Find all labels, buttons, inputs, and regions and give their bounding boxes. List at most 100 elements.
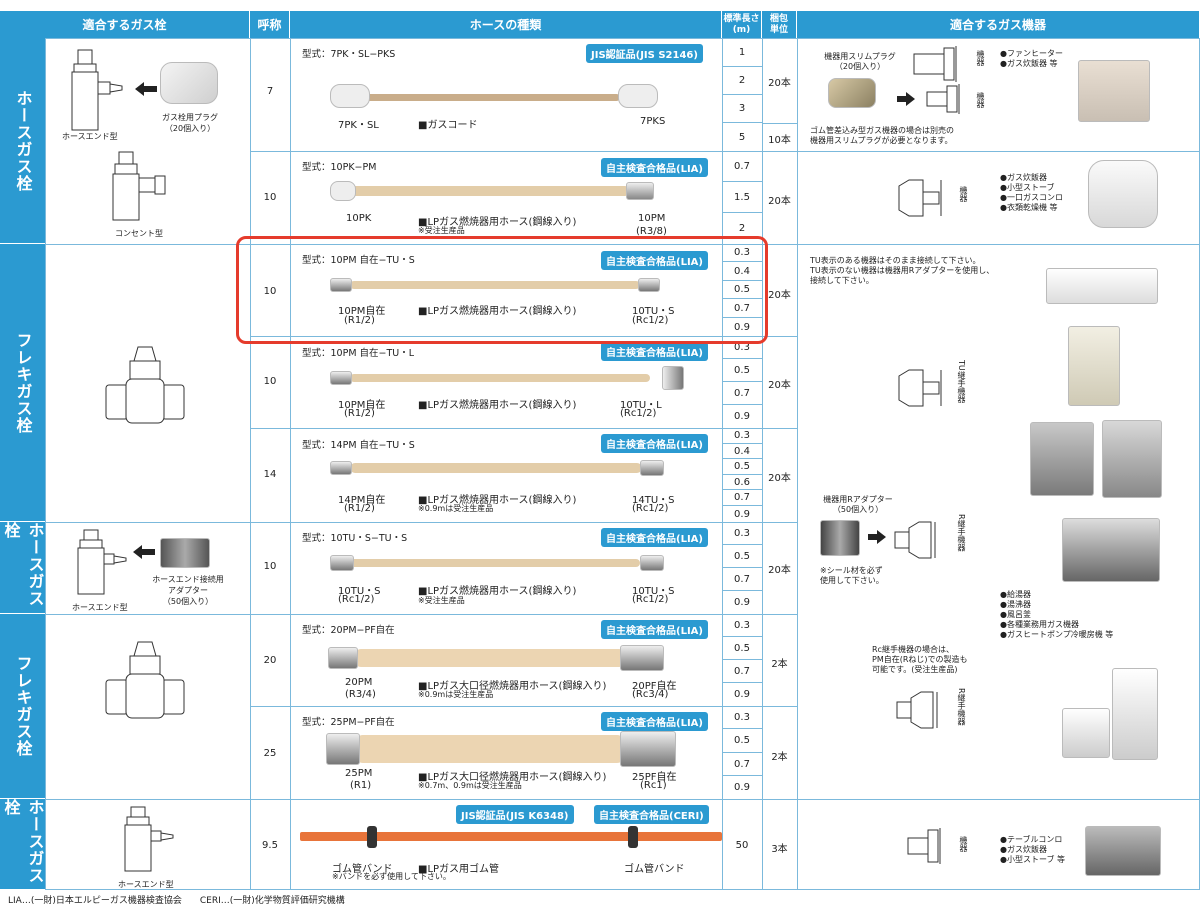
connector-image (662, 366, 684, 390)
fryer-image (1062, 518, 1160, 582)
column-divider (797, 38, 798, 890)
water-heater-image (1068, 326, 1120, 406)
right-fitting-sub: (Rc1/2) (620, 408, 657, 419)
device-list: ●ファンヒーター ●ガス炊飯器 等 (1000, 49, 1063, 68)
connector-image (326, 733, 360, 765)
adapter-label: ホースエンド接続用 アダプター （50個入り） (152, 575, 224, 606)
product-note: ※受注生産品 (418, 226, 465, 235)
right-fitting-sub: (Rc1/2) (632, 594, 669, 605)
hose-image (350, 374, 650, 382)
hose-image (365, 94, 620, 101)
hose-band-image (628, 826, 638, 848)
right-fitting-sub: (Rc3/4) (632, 689, 669, 700)
right-fitting-label: 7PKS (640, 116, 666, 127)
lia-badge: 自主検査合格品(LIA) (601, 434, 708, 453)
product-note: ※0.7m、0.9mは受注生産品 (418, 781, 522, 790)
rc-note: Rc継手機器の場合は、 PM自在(Rねじ)での製造も 可能です。(受注生産品) (872, 645, 968, 674)
length-value: 0.3 (722, 522, 762, 545)
model-label: 型式：10TU・S−TU・S (302, 533, 408, 544)
row-divider (45, 799, 1200, 800)
length-value: 0.7 (722, 568, 762, 591)
device-label: 機器 (959, 836, 968, 852)
header-gas-valve: 適合するガス栓 (0, 11, 250, 38)
device-list: ●給湯器 ●湯沸器 ●風呂釜 ●各種業務用ガス機器 ●ガスヒートポンプ冷暖房機 等 (1000, 590, 1114, 639)
header-size: 呼称 (250, 11, 290, 38)
length-value: 2 (722, 67, 762, 95)
left-fitting-label: 25PM (345, 768, 373, 779)
connector-image (626, 182, 654, 200)
header-pack: 梱包 単位 (762, 11, 797, 38)
lia-badge: 自主検査合格品(LIA) (601, 158, 708, 177)
product-name: ■LPガス用ゴム管 (418, 864, 500, 875)
size-value: 25 (263, 748, 277, 759)
flex-valve-icon (105, 346, 185, 424)
tu-device-label: TU継手機器 (957, 360, 966, 403)
hose-image (355, 649, 625, 667)
product-note: ※0.9mは受注生産品 (418, 504, 494, 513)
jis-badge: JIS認証品(JIS S2146) (586, 44, 703, 63)
row-divider (250, 706, 797, 707)
product-name: ■LPガス燃焼器用ホース(鋼線入り) (418, 586, 577, 597)
size-value: 14 (263, 469, 277, 480)
size-value: 9.5 (262, 840, 278, 851)
consent-label: コンセント型 (115, 229, 163, 238)
r-adapter-image (820, 520, 860, 556)
device-list: ●テーブルコンロ ●ガス炊飯器 ●小型ストーブ 等 (1000, 835, 1066, 864)
highlight-frame (236, 236, 768, 344)
pack-value: 20本 (768, 78, 791, 89)
left-fitting-label: 10PK (346, 213, 372, 224)
hose-image (350, 559, 640, 567)
right-fitting-label: ゴム管バンド (624, 864, 685, 875)
seal-note: ※シール材を必ず 使用して下さい。 (820, 566, 884, 585)
row-divider (797, 151, 1200, 152)
lia-badge: 自主検査合格品(LIA) (601, 528, 708, 547)
connector-image (328, 647, 358, 669)
size-value: 7 (266, 86, 274, 97)
length-value: 0.9 (734, 597, 750, 608)
rice-cooker-image (1088, 160, 1158, 228)
length-value: 0.6 (722, 475, 762, 490)
hose-band-image (367, 826, 377, 848)
length-value: 0.3 (722, 428, 762, 444)
device-fitting-icon (898, 179, 942, 217)
size-value: 20 (263, 655, 277, 666)
hose-image (350, 186, 630, 196)
tu-note: TU表示のある機器はそのまま接続して下さい。 TU表示のない機器は機器用Rアダプタ… (810, 256, 995, 285)
row-divider (250, 151, 797, 152)
pack-value: 2本 (771, 752, 788, 763)
flex-valve-icon (105, 641, 185, 719)
commercial-unit-image (1030, 422, 1094, 496)
connector-image (330, 555, 354, 571)
pack-value: 3本 (771, 844, 788, 855)
model-label: 型式：10PM 自在−TU・L (302, 348, 415, 359)
length-value: 1 (722, 38, 762, 67)
hose-end-label: ホースエンド型 (118, 880, 174, 889)
length-value: 0.5 (722, 359, 762, 382)
device-label: 機器 (976, 92, 985, 108)
commercial-unit-image (1102, 420, 1162, 498)
model-label: 型式：7PK・SL−PKS (302, 49, 396, 60)
pack-divider (762, 123, 797, 124)
adapter-image (160, 538, 210, 568)
connector-image (618, 84, 658, 108)
pack-value: 20本 (768, 473, 791, 484)
arrow-right-icon (868, 530, 886, 544)
connector-image (330, 84, 370, 108)
slim-plug-label: 機器用スリムプラグ （20個入り） (824, 52, 896, 71)
length-value: 0.9 (734, 508, 750, 520)
size-value: 10 (263, 561, 277, 572)
sidebar-hose-valve-1: ホースガス栓 (0, 38, 45, 244)
slim-plug-image (828, 78, 876, 108)
sidebar-flex-valve-2: フレキガス栓 (0, 614, 45, 799)
connector-image (330, 461, 352, 475)
footer-note: LIA…(一財)日本エルピーガス機器検査協会 CERI…(一財)化学物質評価研究… (8, 896, 345, 906)
length-value: 0.9 (734, 411, 750, 422)
length-value: 1.5 (722, 182, 762, 213)
consent-valve-icon (112, 151, 166, 221)
model-label: 型式：25PM−PF自在 (302, 717, 395, 728)
hose-image (350, 463, 642, 473)
r-adapter-label: 機器用Rアダプター （50個入り） (823, 495, 893, 514)
lia-badge: 自主検査合格品(LIA) (601, 342, 708, 361)
device-list: ●ガス炊飯器 ●小型ストーブ ●一口ガスコンロ ●衣類乾燥機 等 (1000, 173, 1063, 212)
device-fitting-icon (907, 828, 941, 864)
